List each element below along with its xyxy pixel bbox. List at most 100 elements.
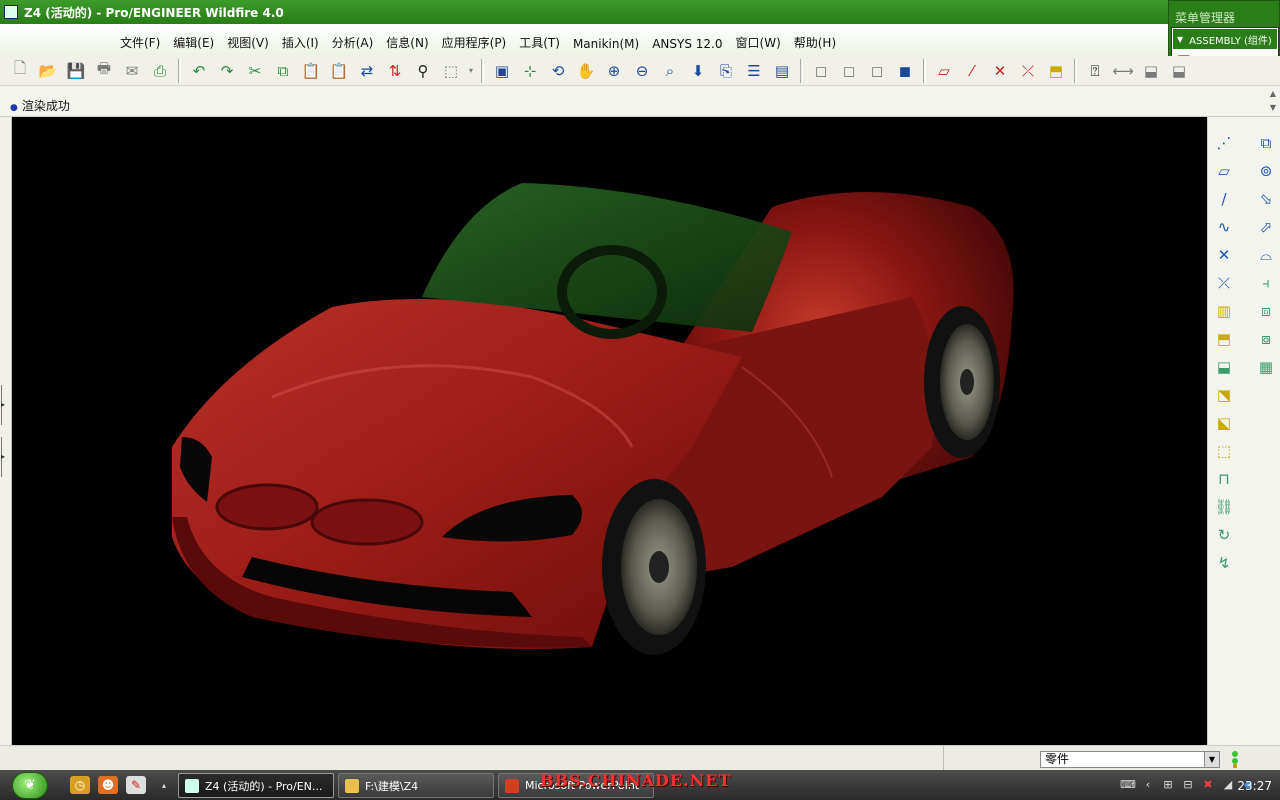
network2-icon[interactable]: ⊟ — [1180, 778, 1196, 794]
volume-icon[interactable]: ◢ — [1220, 778, 1236, 794]
quicklaunch-app-icon[interactable]: ✎ — [126, 776, 146, 794]
merge-icon[interactable]: ⧈ — [1252, 297, 1280, 325]
menu-file[interactable]: 文件(F) — [120, 34, 160, 51]
selection-filter-dropdown[interactable]: 零件 ▼ — [1040, 751, 1220, 768]
cut-icon[interactable]: ✂ — [241, 59, 269, 83]
rotate-component-icon[interactable]: ↻ — [1210, 521, 1238, 549]
open-folder-icon[interactable]: 📂 — [34, 59, 62, 83]
datum-plane-icon[interactable]: ▱ — [1210, 157, 1238, 185]
coordinate-system-icon[interactable]: ⤫ — [1210, 269, 1238, 297]
datum-axis-icon[interactable]: / — [1210, 185, 1238, 213]
pattern-icon[interactable]: ▦ — [1252, 353, 1280, 381]
zoom-out-icon[interactable]: ⊖ — [628, 59, 656, 83]
menu-applications[interactable]: 应用程序(P) — [442, 34, 507, 51]
create-component-icon[interactable]: ⬕ — [1210, 409, 1238, 437]
sketched-curve-icon[interactable]: ∿ — [1210, 213, 1238, 241]
hidden-line-icon[interactable]: ◻ — [835, 59, 863, 83]
paste-icon[interactable]: 📋 — [297, 59, 325, 83]
orient-mode-icon[interactable]: ⟲ — [544, 59, 572, 83]
coordinate-system-display-icon[interactable]: ⤫ — [1014, 59, 1042, 83]
menu-manager-assembly-item[interactable]: ▼ ASSEMBLY (组件) — [1173, 29, 1277, 49]
datum-axis-display-icon[interactable]: ⁄ — [958, 59, 986, 83]
measure-icon[interactable]: ⟷ — [1109, 59, 1137, 83]
move-component-icon[interactable]: ↯ — [1210, 549, 1238, 577]
tray-expand-icon[interactable]: ‹ — [1140, 778, 1156, 794]
task-folder[interactable]: F:\建模\Z4 — [338, 773, 494, 798]
assemble-component-icon[interactable]: ⬔ — [1210, 381, 1238, 409]
connection-icon[interactable]: ⊓ — [1210, 465, 1238, 493]
mechanism-icon[interactable]: ⛓ — [1210, 493, 1238, 521]
keyboard-icon[interactable]: ⌨ — [1120, 778, 1136, 794]
undo-icon[interactable]: ↶ — [185, 59, 213, 83]
menu-info[interactable]: 信息(N) — [386, 34, 428, 51]
context-help-icon[interactable]: ⍰ — [1081, 59, 1109, 83]
menu-tools[interactable]: 工具(T) — [519, 34, 560, 51]
expand-browser-arrow-icon[interactable]: ▸ — [1, 452, 5, 461]
navigator-collapsed-strip[interactable]: ▸ ▸ — [0, 117, 12, 745]
saved-views-icon[interactable]: ⎘ — [712, 59, 740, 83]
network-icon[interactable]: ⊞ — [1160, 778, 1176, 794]
intersect-icon[interactable]: ⧇ — [1252, 325, 1280, 353]
paste-special-icon[interactable]: 📋 — [325, 59, 353, 83]
wireframe-icon[interactable]: ◻ — [807, 59, 835, 83]
menu-window[interactable]: 窗口(W) — [736, 34, 781, 51]
pan-hand-icon[interactable]: ✋ — [572, 59, 600, 83]
menu-manikin[interactable]: Manikin(M) — [573, 37, 639, 51]
send-mail-icon[interactable]: ✉ — [118, 59, 146, 83]
menu-analysis[interactable]: 分析(A) — [332, 34, 374, 51]
save-icon[interactable]: 💾 — [62, 59, 90, 83]
chevron-down-icon[interactable]: ▼ — [1204, 752, 1219, 767]
print-icon[interactable]: 🖶 — [90, 59, 118, 83]
menu-edit[interactable]: 编辑(E) — [173, 34, 214, 51]
mail-attach-icon[interactable]: ⎙ — [146, 59, 174, 83]
layers-icon[interactable]: ☰ — [740, 59, 768, 83]
menu-insert[interactable]: 插入(I) — [282, 34, 319, 51]
reorient-icon[interactable]: ⬇ — [684, 59, 712, 83]
message-scroll-down-icon[interactable]: ▼ — [1270, 103, 1276, 112]
graphics-window[interactable] — [12, 117, 1207, 745]
package-component-icon[interactable]: ⬚ — [1210, 437, 1238, 465]
boundary-blend-icon[interactable]: ⌓ — [1252, 241, 1280, 269]
datum-plane-display-icon[interactable]: ▱ — [930, 59, 958, 83]
regenerate-icon[interactable]: ⇄ — [353, 59, 381, 83]
repaint-icon[interactable]: ▣ — [488, 59, 516, 83]
refit-icon[interactable]: ⌕ — [656, 59, 684, 83]
copy-icon[interactable]: ⧉ — [269, 59, 297, 83]
quicklaunch-messenger-icon[interactable]: ☻ — [98, 776, 118, 794]
security-icon[interactable]: ✖ — [1200, 778, 1216, 794]
start-button[interactable]: ❦ — [12, 772, 48, 799]
new-file-icon[interactable]: 🗋 — [6, 59, 34, 83]
annotation-display-icon[interactable]: ⬒ — [1042, 59, 1070, 83]
annotation-feature-icon[interactable]: ⬒ — [1210, 325, 1238, 353]
quicklaunch-expand-icon[interactable]: ▴ — [154, 776, 174, 794]
expand-arrow-icon[interactable]: ▸ — [1, 400, 5, 409]
regen-manager-icon[interactable]: ⇅ — [381, 59, 409, 83]
selection-dropdown-icon[interactable]: ▾ — [465, 59, 477, 83]
menu-help[interactable]: 帮助(H) — [794, 34, 836, 51]
menu-view[interactable]: 视图(V) — [227, 34, 269, 51]
sweep-icon[interactable]: ⬂ — [1252, 185, 1280, 213]
task-proe[interactable]: Z4 (活动的) - Pro/EN... — [178, 773, 334, 798]
mirror-icon[interactable]: ⫞ — [1252, 269, 1280, 297]
blend-icon[interactable]: ⬀ — [1252, 213, 1280, 241]
spin-center-icon[interactable]: ⊹ — [516, 59, 544, 83]
datum-point-display-icon[interactable]: ✕ — [986, 59, 1014, 83]
no-hidden-icon[interactable]: ◻ — [863, 59, 891, 83]
datum-display-icon[interactable]: ⋰ — [1210, 129, 1238, 157]
toolbar-extra-icon[interactable]: ⬓ — [1137, 59, 1165, 83]
redo-icon[interactable]: ↷ — [213, 59, 241, 83]
quicklaunch-clock-icon[interactable]: ◷ — [70, 776, 90, 794]
zoom-in-icon[interactable]: ⊕ — [600, 59, 628, 83]
find-binoculars-icon[interactable]: ⚲ — [409, 59, 437, 83]
extrude-icon[interactable]: ⧉ — [1252, 129, 1280, 157]
analysis-feature-icon[interactable]: ▥ — [1210, 297, 1238, 325]
component-interface-icon[interactable]: ⬓ — [1210, 353, 1238, 381]
view-manager-icon[interactable]: ▤ — [768, 59, 796, 83]
datum-point-icon[interactable]: ✕ — [1210, 241, 1238, 269]
shading-icon[interactable]: ◼ — [891, 59, 919, 83]
toolbar-extra-icon-2[interactable]: ⬓ — [1165, 59, 1193, 83]
selection-box-icon[interactable]: ⬚ — [437, 59, 465, 83]
message-scroll-up-icon[interactable]: ▲ — [1270, 89, 1276, 98]
menu-ansys[interactable]: ANSYS 12.0 — [652, 37, 722, 51]
revolve-icon[interactable]: ⊚ — [1252, 157, 1280, 185]
